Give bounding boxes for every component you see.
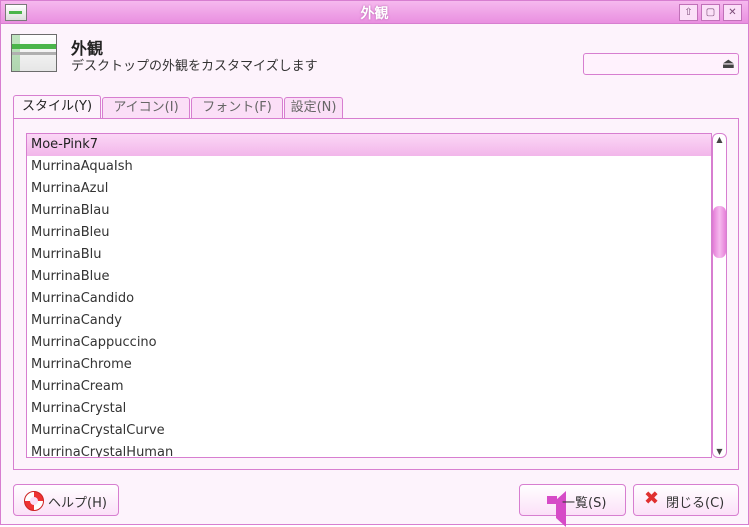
- clear-search-icon[interactable]: ⏏: [722, 56, 735, 72]
- close-icon: ✖: [644, 488, 660, 509]
- list-item[interactable]: MurrinaCandy: [27, 310, 711, 332]
- title-bar[interactable]: 外観 ⇧ ▢ ✕: [1, 1, 748, 24]
- list-item[interactable]: MurrinaCappuccino: [27, 332, 711, 354]
- scroll-down-icon[interactable]: ▼: [713, 447, 726, 456]
- list-item[interactable]: MurrinaAquaIsh: [27, 156, 711, 178]
- help-button-label: ヘルプ(H): [48, 496, 107, 511]
- overview-button-label: 一覧(S): [562, 496, 607, 511]
- style-panel: Moe-Pink7 MurrinaAquaIsh MurrinaAzul Mur…: [13, 118, 739, 470]
- lifebuoy-icon: [24, 491, 44, 511]
- list-scrollbar[interactable]: ▲ ▼: [712, 133, 727, 458]
- search-input[interactable]: ⏏: [583, 53, 739, 75]
- list-item[interactable]: MurrinaBlu: [27, 244, 711, 266]
- list-item[interactable]: MurrinaCream: [27, 376, 711, 398]
- appearance-window: 外観 ⇧ ▢ ✕ 外観 デスクトップの外観をカスタマイズします ⏏ スタイル(Y…: [0, 0, 749, 527]
- tab-settings[interactable]: 設定(N): [284, 97, 343, 118]
- maximize-button[interactable]: ▢: [701, 4, 720, 21]
- help-button[interactable]: ヘルプ(H): [13, 484, 119, 516]
- scrollbar-thumb[interactable]: [713, 206, 726, 258]
- list-item[interactable]: MurrinaBleu: [27, 222, 711, 244]
- list-item[interactable]: MurrinaCandido: [27, 288, 711, 310]
- style-list[interactable]: Moe-Pink7 MurrinaAquaIsh MurrinaAzul Mur…: [26, 133, 712, 458]
- list-item[interactable]: MurrinaCrystal: [27, 398, 711, 420]
- list-item[interactable]: MurrinaCrystalHuman: [27, 442, 711, 457]
- tab-style[interactable]: スタイル(Y): [13, 95, 101, 120]
- appearance-icon: [11, 34, 57, 72]
- list-item[interactable]: MurrinaBlau: [27, 200, 711, 222]
- list-item[interactable]: Moe-Pink7: [27, 134, 711, 156]
- scroll-up-icon[interactable]: ▲: [713, 135, 726, 144]
- tab-fonts[interactable]: フォント(F): [191, 97, 283, 118]
- list-item[interactable]: MurrinaCrystalCurve: [27, 420, 711, 442]
- list-item[interactable]: MurrinaChrome: [27, 354, 711, 376]
- close-window-button[interactable]: ✕: [723, 4, 742, 21]
- tab-icons[interactable]: アイコン(I): [102, 97, 190, 118]
- list-item[interactable]: MurrinaBlue: [27, 266, 711, 288]
- overview-button[interactable]: 一覧(S): [519, 484, 626, 527]
- close-button-label: 閉じる(C): [666, 496, 725, 511]
- close-button[interactable]: ✖ 閉じる(C): [633, 484, 739, 516]
- list-item[interactable]: MurrinaAzul: [27, 178, 711, 200]
- shade-button[interactable]: ⇧: [679, 4, 698, 21]
- window-title: 外観: [360, 6, 389, 22]
- page-description: デスクトップの外観をカスタマイズします: [71, 59, 318, 74]
